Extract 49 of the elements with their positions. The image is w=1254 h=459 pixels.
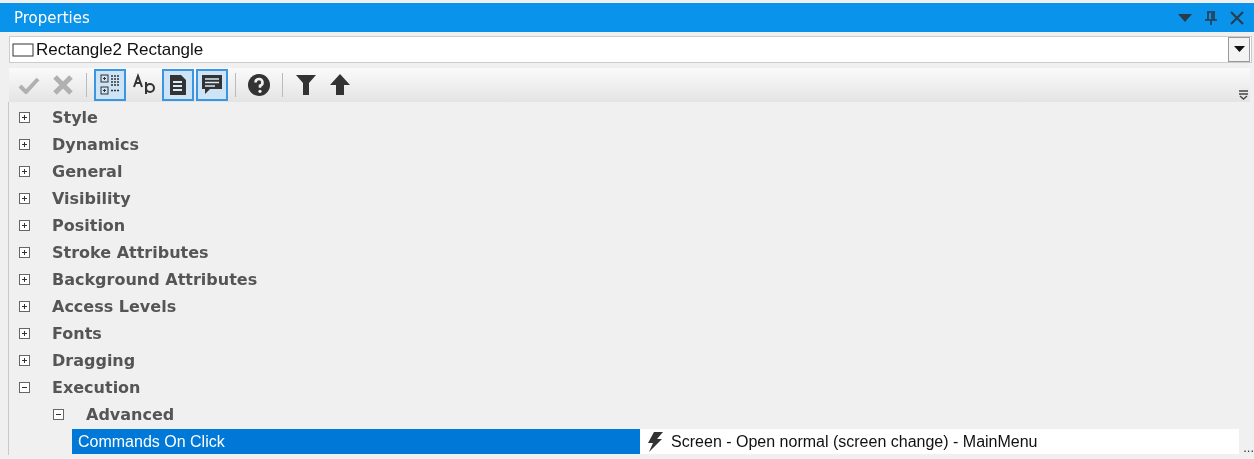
category-label[interactable]: Dragging	[52, 351, 136, 370]
expand-button[interactable]	[19, 355, 30, 366]
category-label[interactable]: Visibility	[52, 189, 131, 208]
overflow-icon[interactable]	[1239, 88, 1248, 100]
category-label[interactable]: Background Attributes	[52, 270, 258, 289]
expand-button[interactable]	[19, 166, 30, 177]
category-label[interactable]: Style	[52, 108, 98, 127]
category-label[interactable]: General	[52, 162, 123, 181]
check-icon	[18, 76, 40, 94]
description-button[interactable]	[162, 69, 194, 101]
property-value-field[interactable]: Screen - Open normal (screen change) - MainMenu	[640, 429, 1240, 454]
dropdown-button[interactable]	[1228, 37, 1250, 62]
collapse-button[interactable]	[19, 382, 30, 393]
expand-button[interactable]	[19, 328, 30, 339]
ellipsis-button[interactable]: ...	[1239, 440, 1254, 455]
comment-icon	[200, 73, 224, 97]
expand-button[interactable]	[19, 112, 30, 123]
expand-button[interactable]	[19, 274, 30, 285]
category-label[interactable]: Dynamics	[52, 135, 140, 154]
rectangle-icon	[12, 42, 34, 57]
category-label[interactable]: Fonts	[52, 324, 102, 343]
collapse-button[interactable]	[53, 409, 64, 420]
object-selector[interactable]: Rectangle2 Rectangle	[9, 36, 1252, 63]
alphabetical-sort-icon	[132, 73, 156, 97]
category-label[interactable]: Execution	[52, 378, 141, 397]
comments-button[interactable]	[196, 69, 228, 101]
category-label[interactable]: Advanced	[86, 405, 175, 424]
categorized-button[interactable]	[94, 69, 126, 101]
expand-button[interactable]	[19, 301, 30, 312]
document-icon	[167, 73, 189, 97]
category-label[interactable]: Access Levels	[52, 297, 177, 316]
close-icon[interactable]	[1230, 10, 1244, 25]
help-icon	[247, 73, 271, 97]
pin-icon[interactable]	[1205, 10, 1217, 25]
dropdown-icon[interactable]	[1178, 12, 1192, 23]
expand-button[interactable]	[19, 220, 30, 231]
expand-button[interactable]	[19, 139, 30, 150]
window-title: Properties	[14, 8, 90, 27]
category-label[interactable]: Position	[52, 216, 126, 235]
caret-icon	[1233, 46, 1245, 53]
filter-icon	[295, 73, 317, 97]
close-icon	[52, 75, 74, 95]
category-label[interactable]: Stroke Attributes	[52, 243, 209, 262]
property-name-cell[interactable]: Commands On Click	[72, 429, 641, 454]
expand-button[interactable]	[19, 247, 30, 258]
categorized-list-icon	[99, 73, 121, 97]
up-arrow-icon	[329, 73, 351, 97]
lightning-icon	[645, 430, 666, 453]
expand-button[interactable]	[19, 193, 30, 204]
